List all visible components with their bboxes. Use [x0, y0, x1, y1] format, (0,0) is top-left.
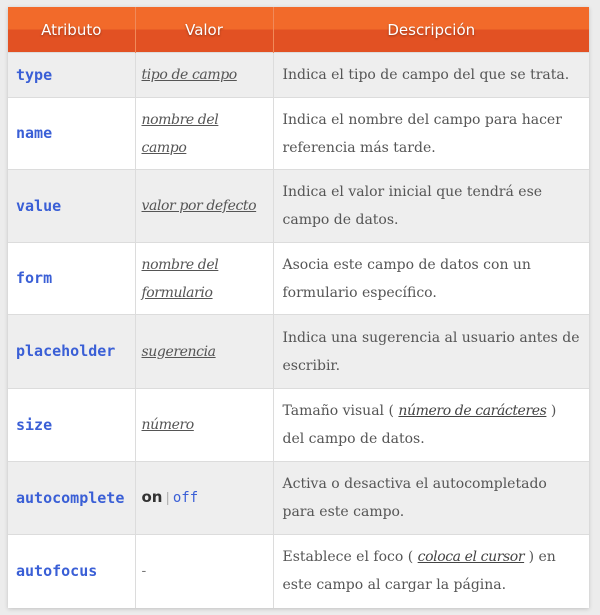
table-row: form nombre del formulario Asocia este c…: [8, 242, 589, 315]
attr-name: type: [16, 65, 53, 84]
attr-name: size: [16, 415, 53, 434]
desc-cell: Indica el nombre del campo para hacer re…: [272, 97, 589, 170]
header-atributo: Atributo: [8, 7, 135, 53]
table-row: autofocus - Establece el foco ( coloca e…: [8, 534, 589, 608]
value-dash: -: [141, 563, 147, 580]
value-cell: nombre del formulario: [134, 242, 274, 315]
desc-emphasis: número de carácteres: [398, 403, 547, 419]
value-separator: |: [165, 491, 170, 506]
table-row: name nombre del campo Indica el nombre d…: [8, 97, 589, 170]
desc-cell: Indica una sugerencia al usuario antes d…: [272, 314, 589, 389]
attributes-table-container: Atributo Valor Descripción type tipo de …: [8, 7, 589, 608]
attr-name: form: [16, 269, 53, 287]
value-cell: -: [134, 534, 274, 608]
value-cell: on | off: [134, 461, 274, 535]
header-valor: Valor: [134, 7, 273, 53]
value-text: número: [141, 417, 195, 433]
attr-cell: size: [8, 388, 136, 462]
attr-cell: type: [8, 52, 136, 98]
attr-cell: autofocus: [8, 534, 136, 608]
desc-pre: Tamaño visual (: [282, 403, 394, 419]
value-text: nombre del campo: [141, 111, 219, 156]
table-header-row: Atributo Valor Descripción: [8, 7, 589, 53]
value-cell: tipo de campo: [134, 52, 274, 98]
attr-name: placeholder: [16, 342, 116, 360]
desc-cell: Tamaño visual ( número de carácteres ) d…: [272, 388, 589, 462]
desc-cell: Establece el foco ( coloca el cursor ) e…: [272, 534, 589, 608]
value-text: sugerencia: [141, 343, 217, 360]
value-off: off: [172, 490, 199, 506]
desc-cell: Activa o desactiva el autocompletado par…: [272, 461, 589, 535]
desc-emphasis: coloca el cursor: [417, 549, 525, 566]
table-row: placeholder sugerencia Indica una sugere…: [8, 314, 589, 389]
value-cell: sugerencia: [134, 314, 274, 389]
table-row: value valor por defecto Indica el valor …: [8, 169, 589, 243]
attr-cell: value: [8, 169, 136, 243]
desc-cell: Asocia este campo de datos con un formul…: [272, 242, 589, 315]
value-text: valor por defecto: [141, 198, 257, 214]
table-row: type tipo de campo Indica el tipo de cam…: [8, 52, 589, 98]
value-text: tipo de campo: [141, 67, 238, 83]
attr-name: name: [16, 124, 53, 142]
attr-name: value: [16, 196, 62, 215]
desc-cell: Indica el tipo de campo del que se trata…: [272, 52, 589, 98]
attributes-table: Atributo Valor Descripción type tipo de …: [8, 7, 589, 608]
attr-name: autofocus: [16, 561, 98, 580]
attr-cell: name: [8, 97, 136, 170]
value-cell: valor por defecto: [134, 169, 274, 243]
table-row: size número Tamaño visual ( número de ca…: [8, 388, 589, 462]
value-text: nombre del formulario: [141, 256, 219, 301]
table-row: autocomplete on | off Activa o desactiva e…: [8, 461, 589, 535]
attr-name: autocomplete: [16, 488, 125, 507]
header-descripcion: Descripción: [272, 7, 589, 53]
attr-cell: autocomplete: [8, 461, 136, 535]
value-cell: número: [134, 388, 274, 462]
value-cell: nombre del campo: [134, 97, 274, 170]
value-on: on: [141, 488, 163, 506]
attr-cell: placeholder: [8, 314, 136, 389]
desc-cell: Indica el valor inicial que tendrá ese c…: [272, 169, 589, 243]
attr-cell: form: [8, 242, 136, 315]
desc-pre: Establece el foco (: [282, 549, 414, 566]
